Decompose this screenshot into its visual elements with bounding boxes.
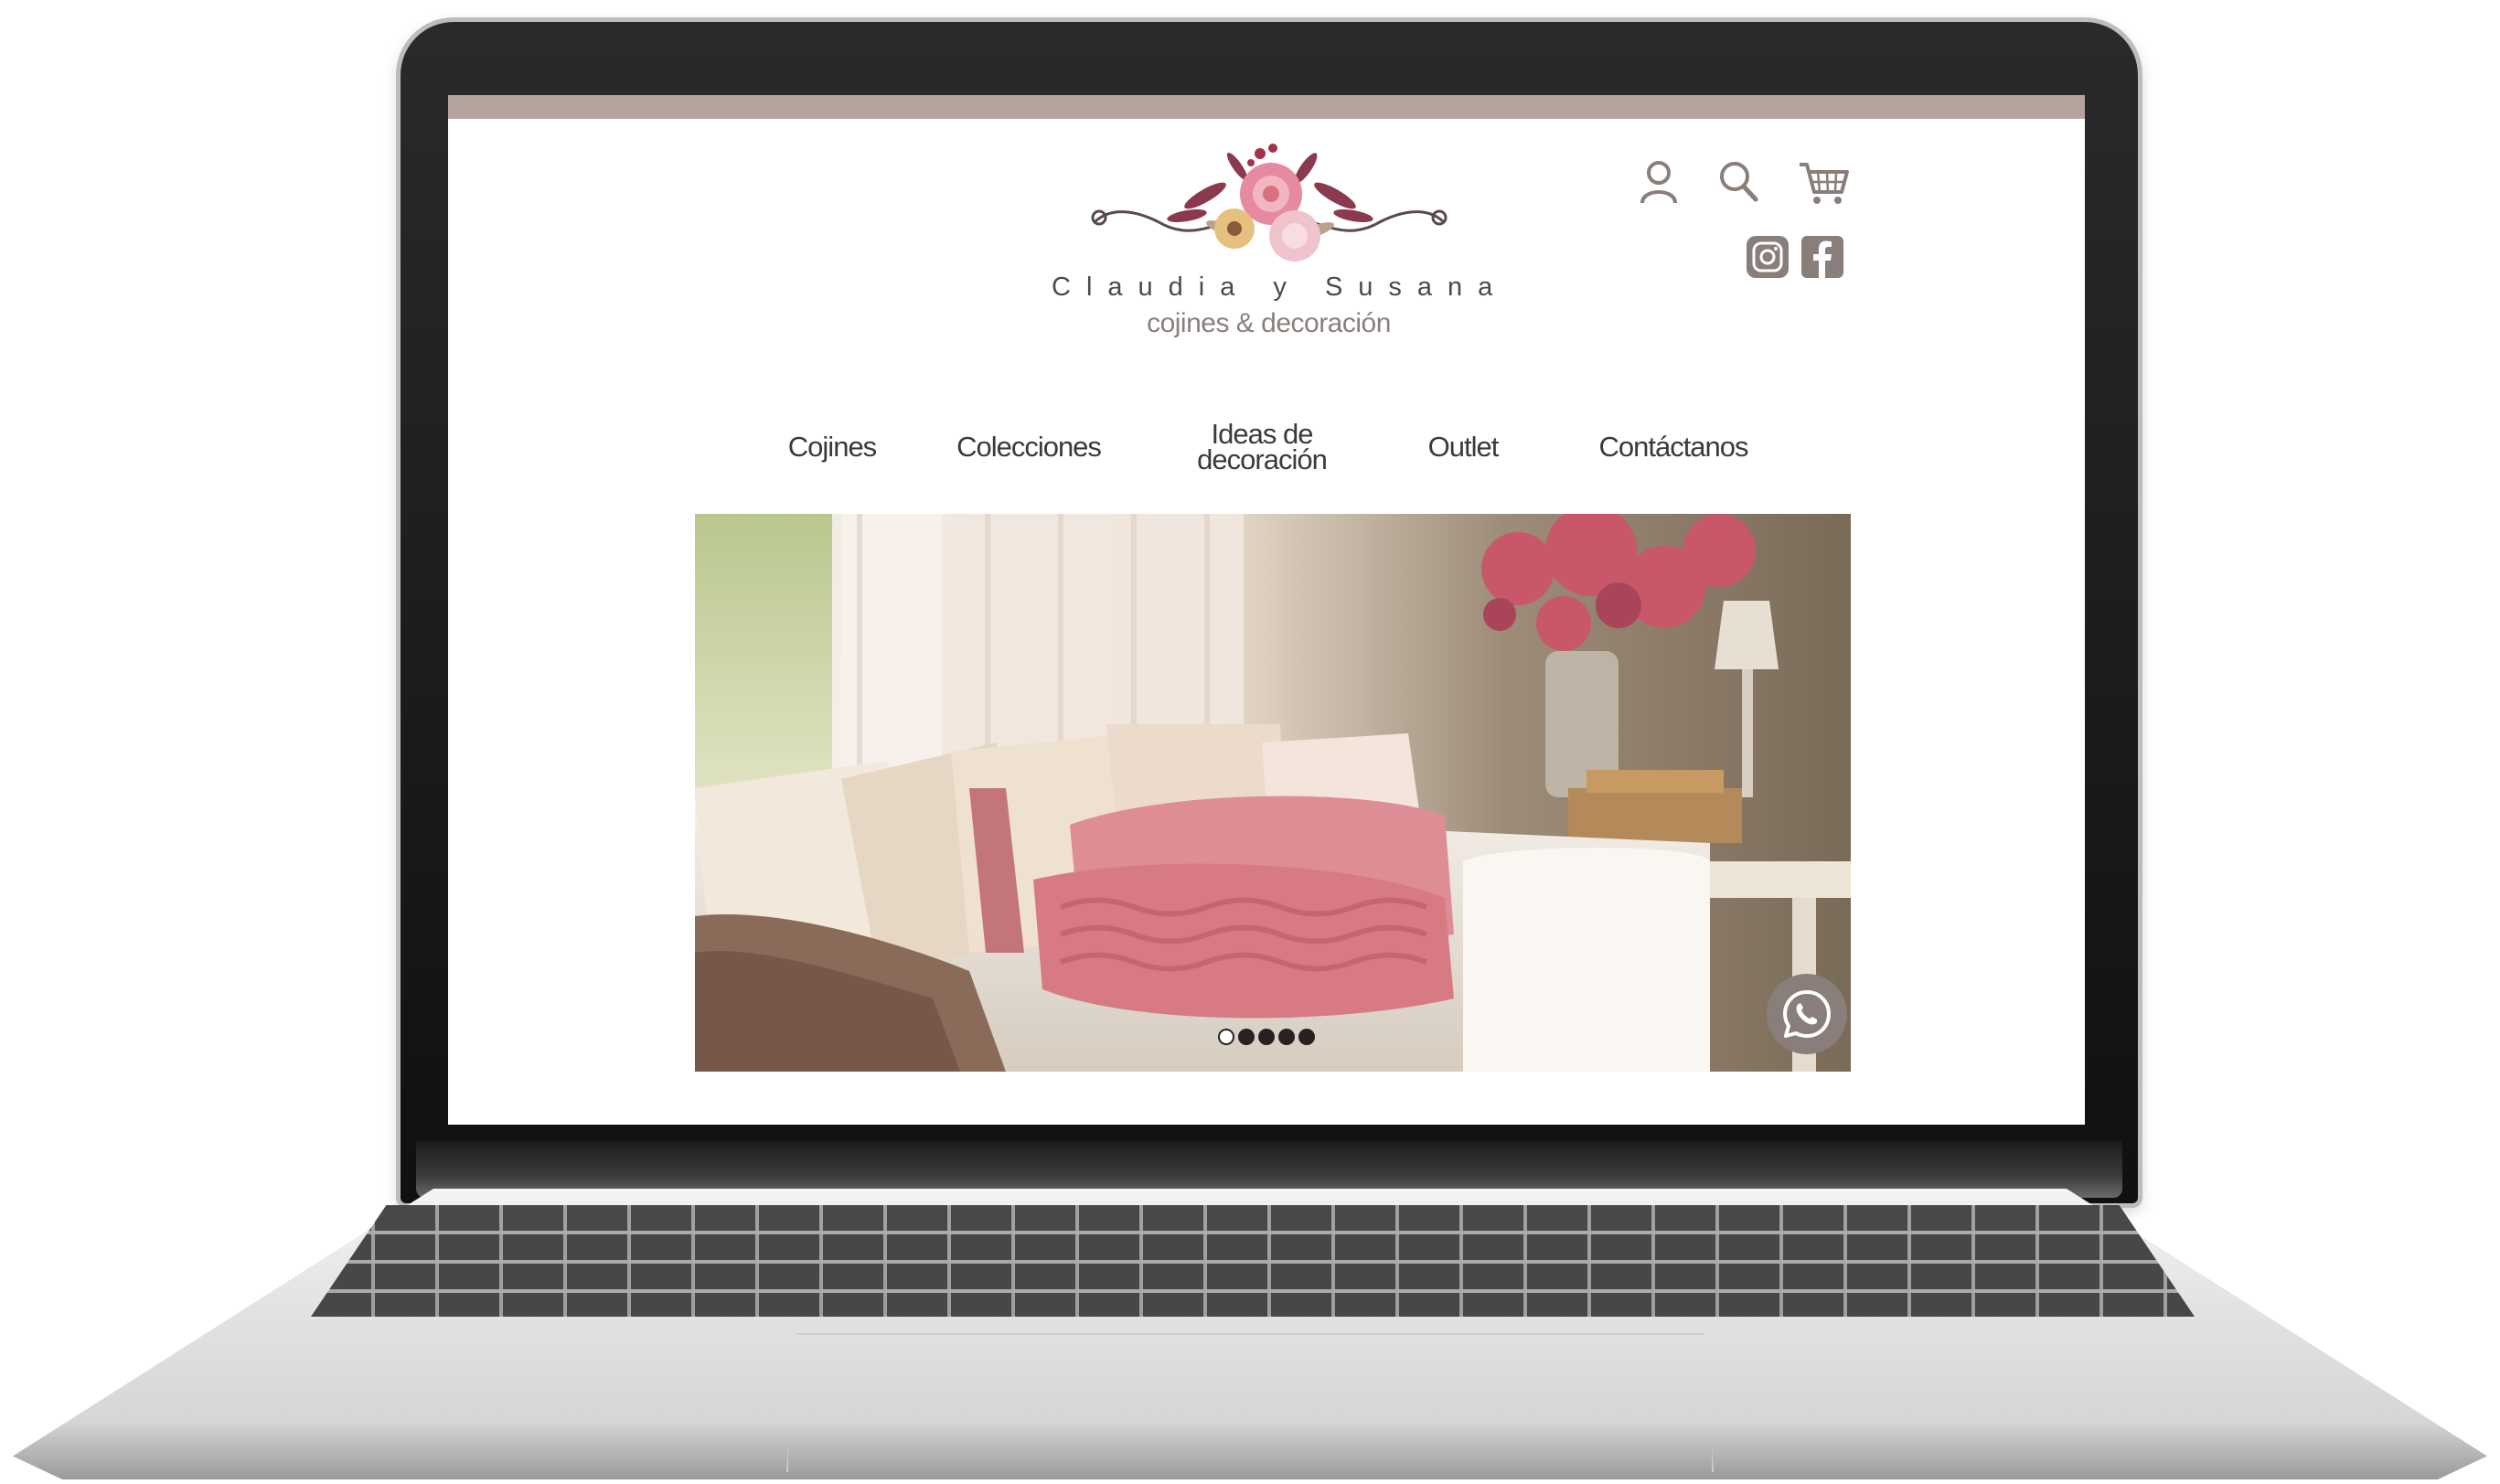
slider-dots	[1218, 1029, 1346, 1051]
whatsapp-button[interactable]	[1767, 974, 1847, 1054]
brand-tagline: cojines & decoración	[1147, 308, 1391, 338]
search-icon[interactable]	[1717, 159, 1761, 205]
header-actions	[1637, 159, 1865, 305]
website-screen: Claudia y Susana cojines & decoración Co…	[448, 95, 2085, 1125]
hero-image	[695, 514, 1851, 1072]
brand-logo[interactable]: Claudia y Susana cojines & decoración	[1052, 141, 1509, 351]
slider-dot[interactable]	[1218, 1029, 1234, 1045]
nav-item-cojines[interactable]: Cojines	[759, 411, 905, 484]
slider-dot[interactable]	[1298, 1029, 1315, 1045]
nav-item-colecciones[interactable]: Colecciones	[937, 411, 1120, 484]
hero-slider[interactable]	[695, 514, 1851, 1072]
slider-dot[interactable]	[1238, 1029, 1255, 1045]
nav-item-label-line2: decoración	[1197, 443, 1328, 475]
laptop-keyboard	[311, 1205, 2195, 1317]
slider-dot[interactable]	[1258, 1029, 1275, 1045]
brand-name: Claudia y Susana	[1052, 272, 1509, 302]
nav-item-outlet[interactable]: Outlet	[1399, 411, 1527, 484]
instagram-icon[interactable]	[1747, 236, 1789, 278]
laptop-trackpad	[786, 1333, 1714, 1472]
nav-item-contactanos[interactable]: Contáctanos	[1582, 411, 1765, 484]
user-icon[interactable]	[1637, 159, 1681, 205]
nav-item-ideas-de-decoracion[interactable]: Ideas de decoración	[1161, 411, 1362, 484]
cart-icon[interactable]	[1798, 159, 1849, 207]
floral-ornament-icon	[1091, 144, 1447, 262]
slider-dot[interactable]	[1278, 1029, 1295, 1045]
main-nav: Cojines Colecciones Ideas de decoración …	[759, 411, 1774, 484]
whatsapp-icon	[1783, 990, 1831, 1038]
facebook-icon[interactable]	[1801, 236, 1843, 278]
top-strip	[448, 95, 2085, 119]
